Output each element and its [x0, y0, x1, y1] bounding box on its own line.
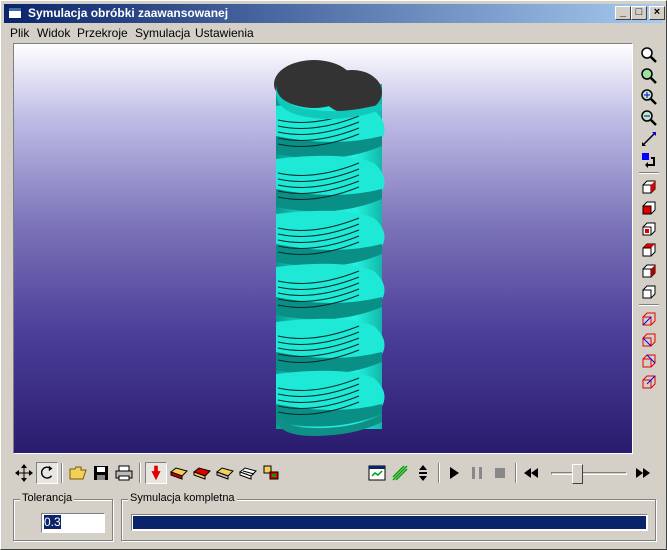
- menu-plik[interactable]: Plik: [10, 26, 29, 40]
- zoom-previous-icon[interactable]: [639, 150, 659, 170]
- toolbar-separator: [139, 463, 141, 483]
- wireframe-icon[interactable]: [237, 462, 259, 484]
- zoom-in-icon[interactable]: [639, 87, 659, 107]
- tool-icon[interactable]: [145, 462, 167, 484]
- maximize-button[interactable]: □: [631, 6, 647, 20]
- menu-przekroje[interactable]: Przekroje: [77, 26, 128, 40]
- minimize-button[interactable]: _: [615, 6, 631, 20]
- close-button[interactable]: ×: [649, 6, 665, 20]
- helical-part-model: [274, 60, 385, 436]
- play-icon[interactable]: [443, 462, 465, 484]
- simulation-window: Symulacja obróbki zaawansowanej _ □ × Pl…: [0, 0, 667, 550]
- menu-ustawienia[interactable]: Ustawienia: [195, 26, 254, 40]
- iso-view-4-icon[interactable]: [639, 372, 659, 392]
- slider-thumb[interactable]: [572, 464, 583, 484]
- view-bottom-icon[interactable]: [639, 282, 659, 302]
- view-left-icon[interactable]: [639, 219, 659, 239]
- simulation-status-label: Symulacja kompletna: [128, 492, 237, 504]
- step-icon[interactable]: [412, 462, 434, 484]
- view-toolbar: [637, 43, 661, 393]
- simulation-status-group: Symulacja kompletna: [121, 492, 656, 541]
- compare-icon[interactable]: [260, 462, 282, 484]
- view-right-icon[interactable]: [639, 240, 659, 260]
- tolerance-group: Tolerancja 0.3: [13, 492, 113, 541]
- stock-icon[interactable]: [168, 462, 190, 484]
- simulation-toolbar: [13, 460, 661, 486]
- menu-bar: Plik Widok Przekroje Symulacja Ustawieni…: [4, 24, 663, 42]
- print-icon[interactable]: [113, 462, 135, 484]
- iso-view-2-icon[interactable]: [639, 330, 659, 350]
- iso-view-1-icon[interactable]: [639, 309, 659, 329]
- toolbar-separator: [639, 304, 659, 306]
- toolbar-separator: [61, 463, 63, 483]
- progress-fill: [133, 516, 646, 529]
- part-icon[interactable]: [191, 462, 213, 484]
- window-title: Symulacja obróbki zaawansowanej: [28, 6, 229, 20]
- menu-widok[interactable]: Widok: [37, 26, 70, 40]
- zoom-icon[interactable]: [639, 45, 659, 65]
- toolpath-icon[interactable]: [389, 462, 411, 484]
- open-icon[interactable]: [67, 462, 89, 484]
- stop-icon[interactable]: [489, 462, 511, 484]
- 3d-viewport[interactable]: [13, 43, 633, 454]
- fast-forward-icon[interactable]: [632, 462, 654, 484]
- view-back-icon[interactable]: [639, 198, 659, 218]
- save-icon[interactable]: [90, 462, 112, 484]
- zoom-window-icon[interactable]: [639, 66, 659, 86]
- view-front-icon[interactable]: [639, 177, 659, 197]
- toolbar-separator: [438, 463, 440, 483]
- zoom-extents-icon[interactable]: [639, 129, 659, 149]
- toolbar-separator: [515, 463, 517, 483]
- slider-track: [551, 472, 627, 475]
- toolbar-separator: [639, 172, 659, 174]
- iso-view-3-icon[interactable]: [639, 351, 659, 371]
- tolerance-input[interactable]: 0.3: [41, 513, 105, 533]
- simulation-progress-bar: [131, 514, 648, 531]
- zoom-out-icon[interactable]: [639, 108, 659, 128]
- fixture-icon[interactable]: [214, 462, 236, 484]
- tolerance-value: 0.3: [44, 515, 61, 529]
- tolerance-label: Tolerancja: [20, 492, 75, 504]
- speed-slider[interactable]: [551, 462, 627, 484]
- menu-symulacja[interactable]: Symulacja: [135, 26, 190, 40]
- title-bar[interactable]: Symulacja obróbki zaawansowanej _ □ ×: [4, 4, 665, 23]
- rewind-icon[interactable]: [520, 462, 542, 484]
- view-top-icon[interactable]: [639, 261, 659, 281]
- pan-icon[interactable]: [13, 462, 35, 484]
- pause-icon[interactable]: [466, 462, 488, 484]
- report-icon[interactable]: [366, 462, 388, 484]
- rotate-icon[interactable]: [36, 462, 58, 484]
- app-icon: [8, 7, 22, 19]
